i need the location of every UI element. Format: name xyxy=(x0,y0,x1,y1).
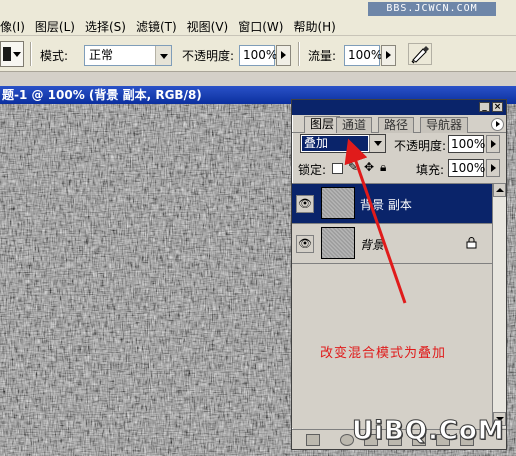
palette-menu-icon[interactable] xyxy=(491,118,504,131)
palette-title-bar[interactable]: _ × xyxy=(292,100,506,115)
fill-slider-button[interactable] xyxy=(486,159,500,177)
palette-tabs: 图层 通道 路径 导航器 xyxy=(292,116,506,133)
link-layers-icon[interactable] xyxy=(306,434,320,446)
layer-opacity-slider-button[interactable] xyxy=(486,135,500,153)
chevron-down-icon[interactable] xyxy=(155,46,171,65)
menu-bar: 像(I) 图层(L) 选择(S) 滤镜(T) 视图(V) 窗口(W) 帮助(H)… xyxy=(0,0,516,36)
brand-watermark: UiBQ.CoM xyxy=(352,416,505,447)
minimize-icon[interactable]: _ xyxy=(479,102,490,112)
layer-name: 背景 副本 xyxy=(360,198,412,212)
layers-list: 👁︎ 背景 副本 👁︎ 背景 xyxy=(292,183,492,428)
close-icon[interactable]: × xyxy=(492,102,503,112)
layers-scrollbar[interactable] xyxy=(492,183,506,428)
mode-select[interactable]: 正常 xyxy=(84,45,172,66)
opacity-input[interactable]: 100% xyxy=(239,45,277,66)
chevron-down-icon[interactable] xyxy=(369,135,385,152)
eye-icon[interactable]: 👁︎ xyxy=(296,235,314,253)
blend-mode-value: 叠加 xyxy=(302,136,368,151)
layer-name: 背景 xyxy=(360,238,385,252)
layer-opacity-input[interactable]: 100% xyxy=(448,135,485,153)
menu-image[interactable]: 像(I) xyxy=(0,18,25,35)
lock-icon[interactable]: 🔒︎ xyxy=(380,160,386,174)
tab-channels[interactable]: 通道 xyxy=(336,117,373,133)
brush-preview-icon xyxy=(3,47,11,61)
eye-icon[interactable]: 👁︎ xyxy=(296,195,314,213)
move-icon[interactable]: ✥ xyxy=(364,160,374,174)
tab-paths[interactable]: 路径 xyxy=(378,117,415,133)
chevron-down-icon xyxy=(13,52,21,57)
tab-navigator[interactable]: 导航器 xyxy=(420,117,469,133)
tool-preset-picker[interactable] xyxy=(0,41,24,67)
menu-view[interactable]: 视图(V) xyxy=(187,18,229,35)
flow-input[interactable]: 100% xyxy=(344,45,382,66)
menu-items: 像(I) 图层(L) 选择(S) 滤镜(T) 视图(V) 窗口(W) 帮助(H) xyxy=(0,18,336,35)
fill-input[interactable]: 100% xyxy=(448,159,485,177)
separator xyxy=(298,42,300,66)
layer-thumbnail xyxy=(321,187,355,219)
layer-row[interactable]: 👁︎ 背景 副本 xyxy=(292,184,492,224)
flow-label: 流量: xyxy=(308,49,337,63)
tab-layers[interactable]: 图层 xyxy=(304,116,341,133)
separator xyxy=(30,42,32,66)
blend-mode-select[interactable]: 叠加 xyxy=(300,134,386,153)
brush-icon[interactable]: ✎ xyxy=(348,160,358,174)
lock-transparency-checkbox[interactable] xyxy=(332,163,343,174)
opacity-label: 不透明度: xyxy=(182,49,235,63)
menu-window[interactable]: 窗口(W) xyxy=(238,18,283,35)
layer-thumbnail xyxy=(321,227,355,259)
annotation-text: 改变混合模式为叠加 xyxy=(320,346,447,361)
layers-palette: _ × 图层 通道 路径 导航器 叠加 不透明度: 100% 锁定: ✎ ✥ 🔒… xyxy=(291,99,507,450)
airbrush-icon[interactable] xyxy=(408,43,432,65)
layer-row[interactable]: 👁︎ 背景 xyxy=(292,224,492,264)
site-watermark: BBS.JCWCN.COM xyxy=(368,2,496,16)
options-bar: 模式: 正常 不透明度: 100% 流量: 100% xyxy=(0,36,516,72)
menu-help[interactable]: 帮助(H) xyxy=(293,18,335,35)
menu-select[interactable]: 选择(S) xyxy=(85,18,126,35)
flow-slider-button[interactable] xyxy=(381,45,396,66)
lock-label: 锁定: xyxy=(298,163,327,177)
menu-filter[interactable]: 滤镜(T) xyxy=(136,18,177,35)
mode-label: 模式: xyxy=(40,49,69,63)
menu-layer[interactable]: 图层(L) xyxy=(35,18,75,35)
mode-value: 正常 xyxy=(89,48,114,62)
layer-lock-icon xyxy=(466,237,477,249)
opacity-slider-button[interactable] xyxy=(276,45,291,66)
scroll-up-icon[interactable] xyxy=(493,183,506,197)
layer-opacity-label: 不透明度: xyxy=(394,139,447,153)
fill-label: 填充: xyxy=(416,163,445,177)
